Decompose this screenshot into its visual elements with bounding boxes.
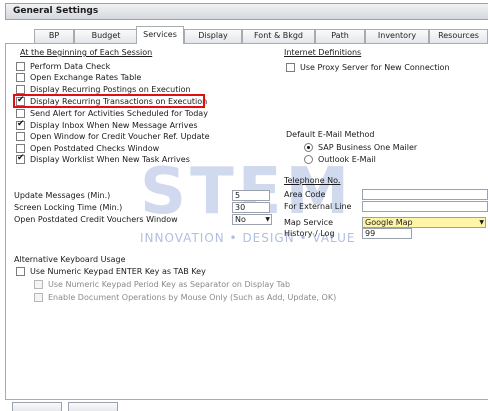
history-log-input[interactable]: 99 xyxy=(362,228,412,239)
area-code-input[interactable] xyxy=(362,189,488,200)
tab-services[interactable]: Services xyxy=(136,26,184,44)
checkbox[interactable] xyxy=(16,132,25,141)
dropdown-arrow-icon[interactable]: ▼ xyxy=(479,218,484,227)
tab-display-label: Display xyxy=(198,31,228,40)
option-label: Open Postdated Checks Window xyxy=(30,144,160,153)
checkbox[interactable] xyxy=(16,109,25,118)
radio-label: SAP Business One Mailer xyxy=(318,143,418,152)
tab-resources[interactable]: Resources xyxy=(429,29,488,43)
postdated-vouchers-label: Open Postdated Credit Vouchers Window xyxy=(14,215,178,224)
tab-font-bkgd-label: Font & Bkgd xyxy=(253,31,304,40)
tab-display[interactable]: Display xyxy=(184,29,242,43)
tab-budget[interactable]: Budget xyxy=(74,29,138,43)
external-line-input[interactable] xyxy=(362,201,488,212)
tab-bp-label: BP xyxy=(48,31,60,40)
dropdown-arrow-icon[interactable]: ▼ xyxy=(265,215,270,224)
checkbox-checked[interactable] xyxy=(16,153,25,164)
cancel-button[interactable] xyxy=(68,402,118,411)
checkbox[interactable] xyxy=(16,62,25,71)
section-header-telephone: Telephone No. xyxy=(284,176,341,185)
tab-services-label: Services xyxy=(143,30,177,39)
keyboard-usage-label: Alternative Keyboard Usage xyxy=(14,255,126,264)
option-label: Send Alert for Activities Scheduled for … xyxy=(30,109,208,118)
tab-font-bkgd[interactable]: Font & Bkgd xyxy=(242,29,315,43)
title-bar: General Settings xyxy=(5,3,488,20)
tab-path-label: Path xyxy=(331,31,349,40)
option-label: Use Proxy Server for New Connection xyxy=(300,63,450,72)
map-service-label: Map Service xyxy=(284,218,333,227)
section-header-internet: Internet Definitions xyxy=(284,48,362,57)
checkbox-disabled xyxy=(34,293,43,302)
option-label: Perform Data Check xyxy=(30,62,111,71)
option-label: Display Inbox When New Message Arrives xyxy=(30,121,198,130)
tab-strip: BP Budget Services Display Font & Bkgd P… xyxy=(5,26,488,44)
tab-resources-label: Resources xyxy=(438,31,479,40)
checkbox[interactable] xyxy=(16,85,25,94)
tab-bp[interactable]: BP xyxy=(34,29,74,43)
checkbox[interactable] xyxy=(286,63,295,72)
update-messages-input[interactable]: 5 xyxy=(232,190,270,201)
option-label: Use Numeric Keypad ENTER Key as TAB Key xyxy=(30,267,206,276)
tab-inventory[interactable]: Inventory xyxy=(365,29,429,43)
checkbox-disabled xyxy=(34,280,43,289)
map-service-value: Google Map xyxy=(365,218,413,227)
window-title: General Settings xyxy=(13,6,99,16)
option-label: Open Exchange Rates Table xyxy=(30,73,142,82)
tab-path[interactable]: Path xyxy=(315,29,365,43)
checkbox[interactable] xyxy=(16,73,25,82)
checkbox[interactable] xyxy=(16,144,25,153)
history-log-label: History / Log xyxy=(284,229,335,238)
option-label: Open Window for Credit Voucher Ref. Upda… xyxy=(30,132,210,141)
postdated-vouchers-value: No xyxy=(235,215,246,224)
radio-label: Outlook E-Mail xyxy=(318,155,376,164)
option-label: Use Numeric Keypad Period Key as Separat… xyxy=(48,280,291,289)
area-code-label: Area Code xyxy=(284,190,326,199)
tab-budget-label: Budget xyxy=(91,31,121,40)
checkbox[interactable] xyxy=(16,267,25,276)
checkbox-checked[interactable] xyxy=(16,119,25,130)
section-header-session: At the Beginning of Each Session xyxy=(20,48,153,57)
postdated-vouchers-select[interactable]: No ▼ xyxy=(232,214,272,225)
radio-selected[interactable] xyxy=(304,143,313,152)
option-label: Enable Document Operations by Mouse Only… xyxy=(48,293,337,302)
tab-inventory-label: Inventory xyxy=(377,31,417,40)
map-service-select[interactable]: Google Map ▼ xyxy=(362,217,486,228)
screen-locking-label: Screen Locking Time (Min.) xyxy=(14,203,123,212)
screen-locking-input[interactable]: 30 xyxy=(232,202,270,213)
radio[interactable] xyxy=(304,155,313,164)
option-label: Display Worklist When New Task Arrives xyxy=(30,155,190,164)
email-method-label: Default E-Mail Method xyxy=(286,130,375,139)
update-messages-label: Update Messages (Min.) xyxy=(14,191,111,200)
external-line-label: For External Line xyxy=(284,202,352,211)
highlight-box xyxy=(13,94,205,108)
ok-button[interactable] xyxy=(12,402,62,411)
